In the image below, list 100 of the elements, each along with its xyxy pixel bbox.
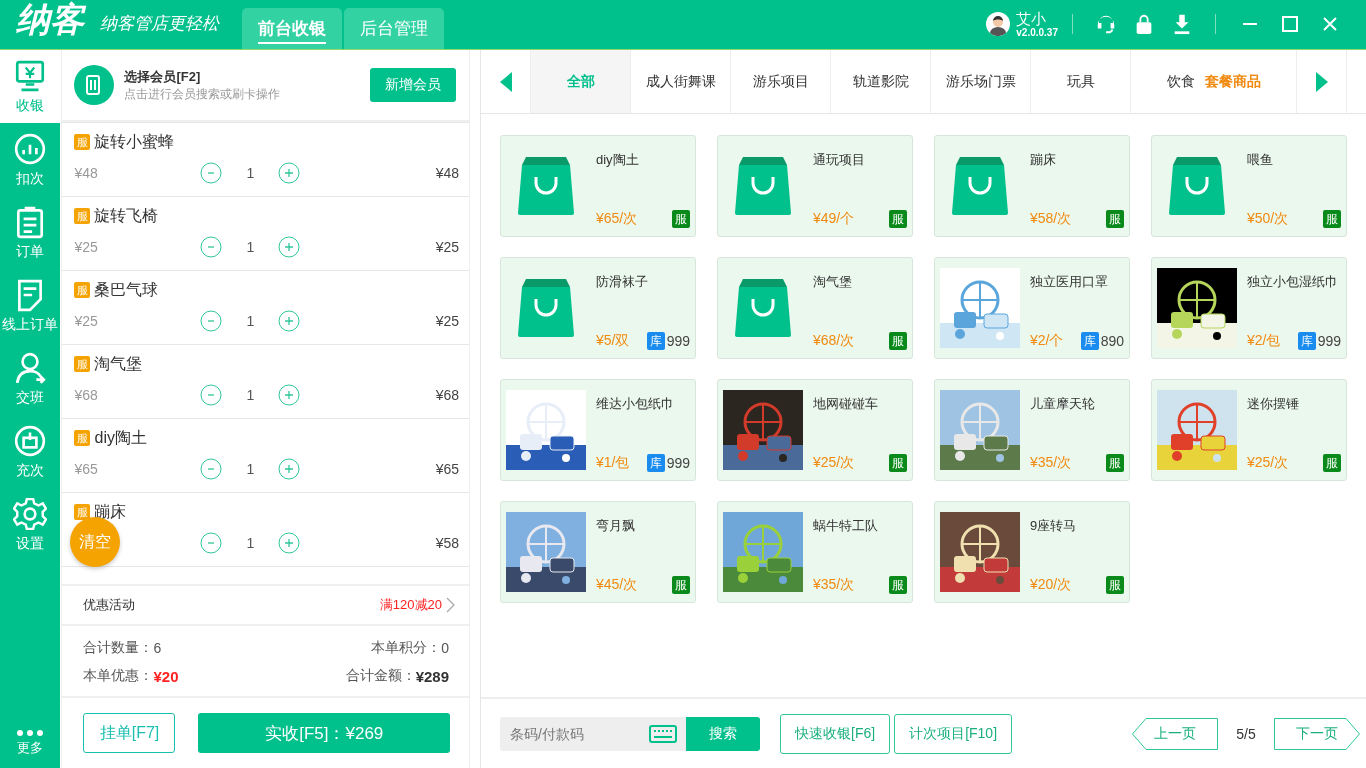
product-card[interactable]: 防滑袜子 ¥5/双 库 999 (500, 257, 696, 359)
promo-value[interactable]: 满120减20 (379, 596, 442, 614)
product-price: ¥20/次 (1030, 576, 1072, 594)
person-icon (13, 350, 48, 385)
product-card[interactable]: 蜗牛特工队 ¥35/次 服 (717, 501, 913, 603)
points-label: 本单积分： (371, 639, 442, 657)
minus-icon[interactable] (200, 458, 223, 480)
service-badge: 服 (889, 332, 907, 350)
search-button[interactable]: 搜索 (686, 716, 760, 751)
more-button[interactable]: 更多 (0, 718, 61, 768)
product-card[interactable]: 蹦床 ¥58/次 服 (934, 135, 1130, 237)
product-price: ¥49/个 (813, 210, 855, 228)
shopping-bag-icon (518, 279, 574, 337)
product-name: 蹦床 (1030, 151, 1057, 169)
quick-action-button[interactable]: 快速收银[F6] (780, 713, 891, 754)
product-name: 淘气堡 (813, 273, 853, 291)
pay-button[interactable]: 实收[F5]：¥269 (198, 713, 450, 753)
product-card[interactable]: 儿童摩天轮 ¥35/次 服 (934, 379, 1130, 481)
plus-icon[interactable] (278, 310, 301, 332)
minus-icon[interactable] (200, 384, 223, 406)
quantity: 1 (245, 535, 256, 551)
nav-item[interactable]: 订单 (0, 196, 61, 269)
add-member-button[interactable]: 新增会员 (370, 68, 456, 102)
amount-value: ¥289 (415, 667, 449, 685)
product-name: 通玩项目 (813, 151, 866, 169)
page-number: 5/5 (1235, 725, 1257, 742)
promo-label: 优惠活动 (83, 596, 136, 614)
shopping-bag-icon (518, 157, 574, 215)
unit-price: ¥68 (74, 387, 98, 403)
product-card[interactable]: 9座转马 ¥20/次 服 (934, 501, 1130, 603)
settings-icon (13, 496, 48, 531)
product-card[interactable]: 迷你摆锤 ¥25/次 服 (1151, 379, 1347, 481)
nav-item[interactable]: 充次 (0, 415, 61, 488)
hold-order-button[interactable]: 挂单[F7] (83, 713, 176, 753)
minus-icon[interactable] (200, 162, 223, 184)
product-card[interactable]: 喂鱼 ¥50/次 服 (1151, 135, 1347, 237)
item-name: 桑巴气球 (94, 279, 159, 300)
count-value: 6 (153, 640, 162, 656)
maximize-icon[interactable] (1281, 15, 1299, 33)
plus-icon[interactable] (278, 532, 301, 554)
plus-icon[interactable] (278, 384, 301, 406)
service-tag: 服 (74, 430, 91, 446)
nav-item[interactable]: 收银 (0, 50, 61, 123)
category-tab[interactable]: 全部 (531, 50, 631, 113)
nav-item[interactable]: 设置 (0, 488, 61, 561)
close-icon[interactable] (1321, 15, 1339, 33)
minus-icon[interactable] (200, 532, 223, 554)
dots-icon (16, 729, 45, 737)
minus-icon[interactable] (200, 310, 223, 332)
product-price: ¥2/包 (1247, 332, 1281, 350)
next-page-button[interactable]: 下一页 (1274, 717, 1360, 750)
line-total: ¥68 (435, 387, 459, 403)
chevron-icon[interactable] (446, 597, 455, 613)
product-card[interactable]: 淘气堡 ¥68/次 服 (717, 257, 913, 359)
product-name: 迷你摆锤 (1247, 395, 1300, 413)
service-badge: 服 (1106, 576, 1124, 594)
product-price: ¥2/个 (1030, 332, 1064, 350)
discount-label: 本单优惠： (83, 667, 154, 685)
nav-item[interactable]: 交班 (0, 342, 61, 415)
service-tag: 服 (74, 208, 91, 224)
service-badge: 服 (1323, 210, 1341, 228)
shopping-bag-icon (1169, 157, 1225, 215)
headset-icon[interactable] (1095, 13, 1117, 35)
barcode-field[interactable]: 条码/付款码 (500, 716, 686, 751)
service-tag: 服 (74, 282, 91, 298)
member-card-icon[interactable] (74, 65, 115, 105)
version-text: v2.0.0.37 (1016, 26, 1058, 38)
product-card[interactable]: 独立医用口罩 ¥2/个 库 890 (934, 257, 1130, 359)
product-name: 维达小包纸巾 (596, 395, 675, 413)
user-name: 艾小 (1016, 10, 1048, 27)
member-hint: 点击进行会员搜索或刷卡操作 (124, 85, 281, 103)
service-badge: 服 (889, 454, 907, 472)
minus-icon[interactable] (200, 236, 223, 258)
service-badge: 服 (672, 576, 690, 594)
stock-badge: 库 (1297, 332, 1316, 350)
avatar-icon[interactable] (986, 12, 1011, 36)
product-card[interactable]: 维达小包纸巾 ¥1/包 库 999 (500, 379, 696, 481)
plus-icon[interactable] (278, 458, 301, 480)
amount-label: 合计金额： (345, 667, 416, 685)
previous-page-button[interactable]: 上一页 (1132, 717, 1218, 750)
product-card[interactable]: 通玩项目 ¥49/个 服 (717, 135, 913, 237)
service-badge: 服 (889, 210, 907, 228)
quick-action-button[interactable]: 计次项目[F10] (894, 713, 1013, 754)
product-price: ¥35/次 (813, 576, 855, 594)
product-card[interactable]: diy陶土 ¥65/次 服 (500, 135, 696, 237)
chart-icon (13, 131, 48, 166)
line-total: ¥25 (435, 239, 459, 255)
product-card[interactable]: 弯月飘 ¥45/次 服 (500, 501, 696, 603)
product-card[interactable]: 独立小包湿纸巾 ¥2/包 库 999 (1151, 257, 1347, 359)
plus-icon[interactable] (278, 236, 301, 258)
stock-count: 999 (666, 455, 690, 471)
product-card[interactable]: 地网碰碰车 ¥25/次 服 (717, 379, 913, 481)
quantity: 1 (245, 239, 256, 255)
nav-item[interactable]: 线上订单 (0, 269, 61, 342)
service-badge: 服 (1106, 210, 1124, 228)
stock-count: 999 (666, 333, 690, 349)
nav-item[interactable]: 扣次 (0, 123, 61, 196)
plus-icon[interactable] (278, 162, 301, 184)
keyboard-icon[interactable] (649, 724, 677, 743)
line-total: ¥25 (435, 313, 459, 329)
